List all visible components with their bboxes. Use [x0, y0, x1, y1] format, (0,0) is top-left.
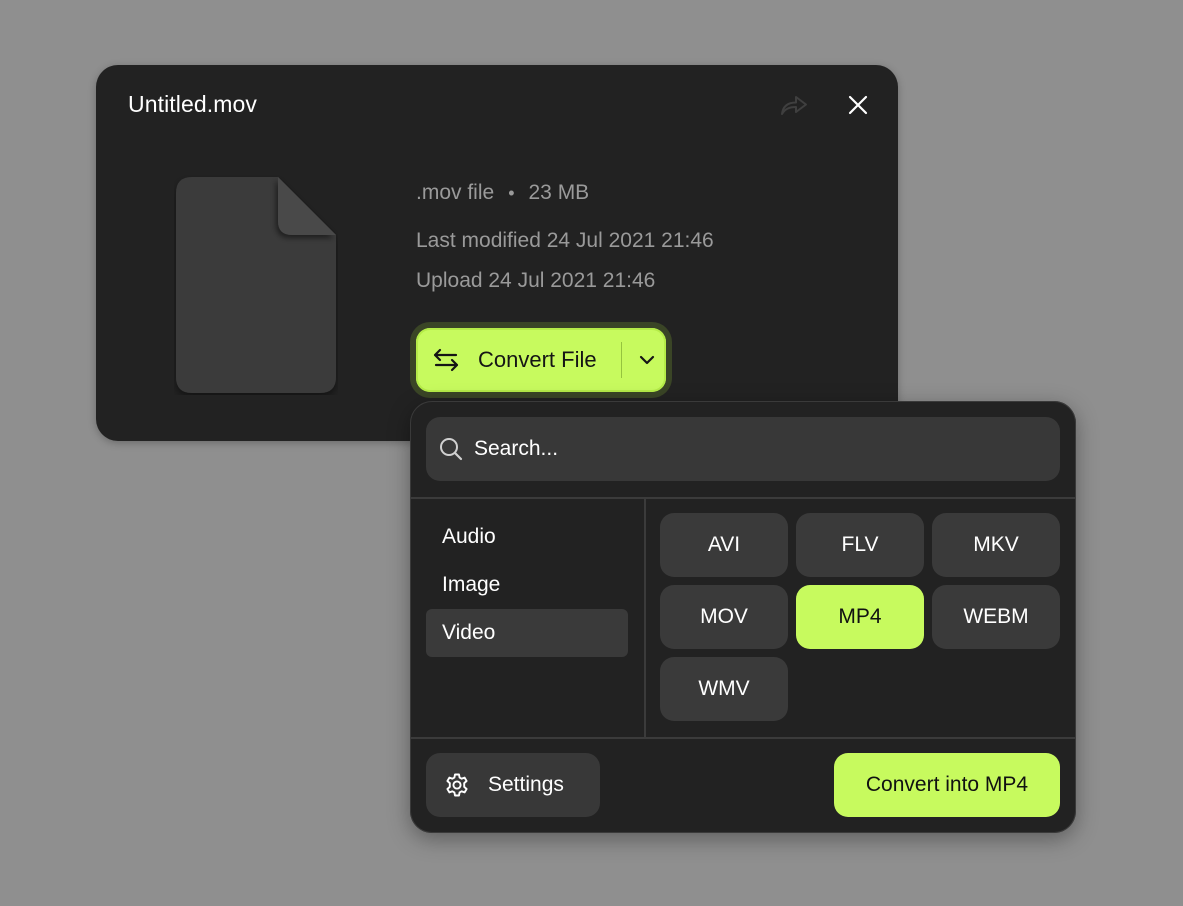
search-icon: [440, 438, 463, 461]
close-button[interactable]: [840, 87, 876, 123]
button-divider: [621, 342, 622, 378]
format-option-mp4[interactable]: MP4: [796, 585, 924, 649]
format-option-mkv[interactable]: MKV: [932, 513, 1060, 577]
divider-vertical: [644, 499, 646, 737]
format-grid: AVI FLV MKV MOV MP4 WEBM WMV: [660, 513, 1060, 721]
close-icon: [848, 95, 868, 115]
convert-file-split-button: Convert File: [416, 328, 666, 392]
convert-file-button[interactable]: Convert File: [416, 328, 597, 392]
convert-options-toggle[interactable]: [628, 328, 666, 392]
separator: •: [508, 182, 515, 203]
convert-into-button[interactable]: Convert into MP4: [834, 753, 1060, 817]
file-info: .mov file • 23 MB: [416, 181, 589, 205]
category-item-audio[interactable]: Audio: [426, 513, 628, 561]
settings-label: Settings: [488, 773, 564, 796]
category-item-image[interactable]: Image: [426, 561, 628, 609]
format-option-avi[interactable]: AVI: [660, 513, 788, 577]
share-button[interactable]: [776, 89, 812, 121]
file-card: Untitled.mov .mov file • 23 MB Last modi…: [96, 65, 898, 441]
format-option-flv[interactable]: FLV: [796, 513, 924, 577]
share-forward-icon: [781, 96, 807, 115]
file-size: 23 MB: [528, 181, 590, 204]
convert-file-group: Convert File: [410, 322, 672, 398]
format-option-mov[interactable]: MOV: [660, 585, 788, 649]
upload-date: Upload 24 Jul 2021 21:46: [416, 269, 656, 292]
chevron-down-icon: [639, 355, 655, 365]
search-input[interactable]: [474, 437, 1034, 461]
format-option-webm[interactable]: WEBM: [932, 585, 1060, 649]
file-type: .mov file: [416, 181, 495, 204]
format-option-wmv[interactable]: WMV: [660, 657, 788, 721]
file-title: Untitled.mov: [128, 91, 258, 117]
gear-icon: [446, 773, 468, 797]
category-item-video[interactable]: Video: [426, 609, 628, 657]
divider-bottom: [410, 737, 1076, 739]
settings-button[interactable]: Settings: [426, 753, 600, 817]
category-list: Audio Image Video: [426, 513, 628, 657]
search-box[interactable]: [426, 417, 1060, 481]
convert-file-label: Convert File: [478, 347, 597, 372]
document-icon: [174, 175, 338, 395]
last-modified: Last modified 24 Jul 2021 21:46: [416, 229, 714, 252]
convert-dropdown-panel: Audio Image Video AVI FLV MKV MOV MP4 WE…: [410, 401, 1076, 833]
swap-arrows-icon: [433, 348, 459, 372]
divider-top: [410, 497, 1076, 499]
